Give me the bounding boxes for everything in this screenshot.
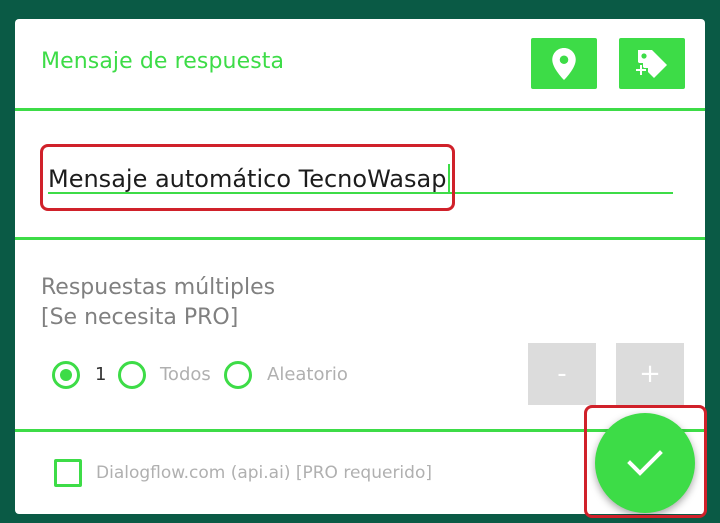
- highlight-box-confirm: [584, 405, 707, 518]
- tag-plus-icon: [634, 49, 667, 78]
- radio-option-todos[interactable]: [118, 361, 146, 389]
- radio-label-1: 1: [95, 364, 107, 385]
- location-pin-icon: [552, 47, 576, 80]
- radio-label-aleatorio: Aleatorio: [267, 364, 348, 385]
- highlight-box-message: [40, 144, 455, 211]
- dialogflow-label: Dialogflow.com (api.ai) [PRO requerido]: [96, 463, 432, 483]
- header-divider: [15, 108, 705, 111]
- screen: Mensaje de respuesta Mensaje automático …: [0, 0, 720, 523]
- multiple-responses-heading: Respuestas múltiples [Se necesita PRO]: [41, 273, 275, 333]
- location-button[interactable]: [531, 38, 597, 89]
- dialogflow-checkbox[interactable]: [54, 459, 82, 487]
- decrement-button[interactable]: -: [528, 343, 596, 405]
- radio-option-1[interactable]: [52, 361, 80, 389]
- increment-button[interactable]: +: [616, 343, 684, 405]
- dialog-header: Mensaje de respuesta: [15, 19, 705, 109]
- pro-required-note: [Se necesita PRO]: [41, 305, 239, 330]
- add-tag-button[interactable]: [619, 38, 685, 89]
- radio-option-aleatorio[interactable]: [224, 361, 252, 389]
- radio-label-todos: Todos: [160, 364, 211, 385]
- dialog-title: Mensaje de respuesta: [41, 49, 285, 74]
- input-divider: [15, 237, 705, 240]
- multiple-responses-title: Respuestas múltiples: [41, 275, 276, 300]
